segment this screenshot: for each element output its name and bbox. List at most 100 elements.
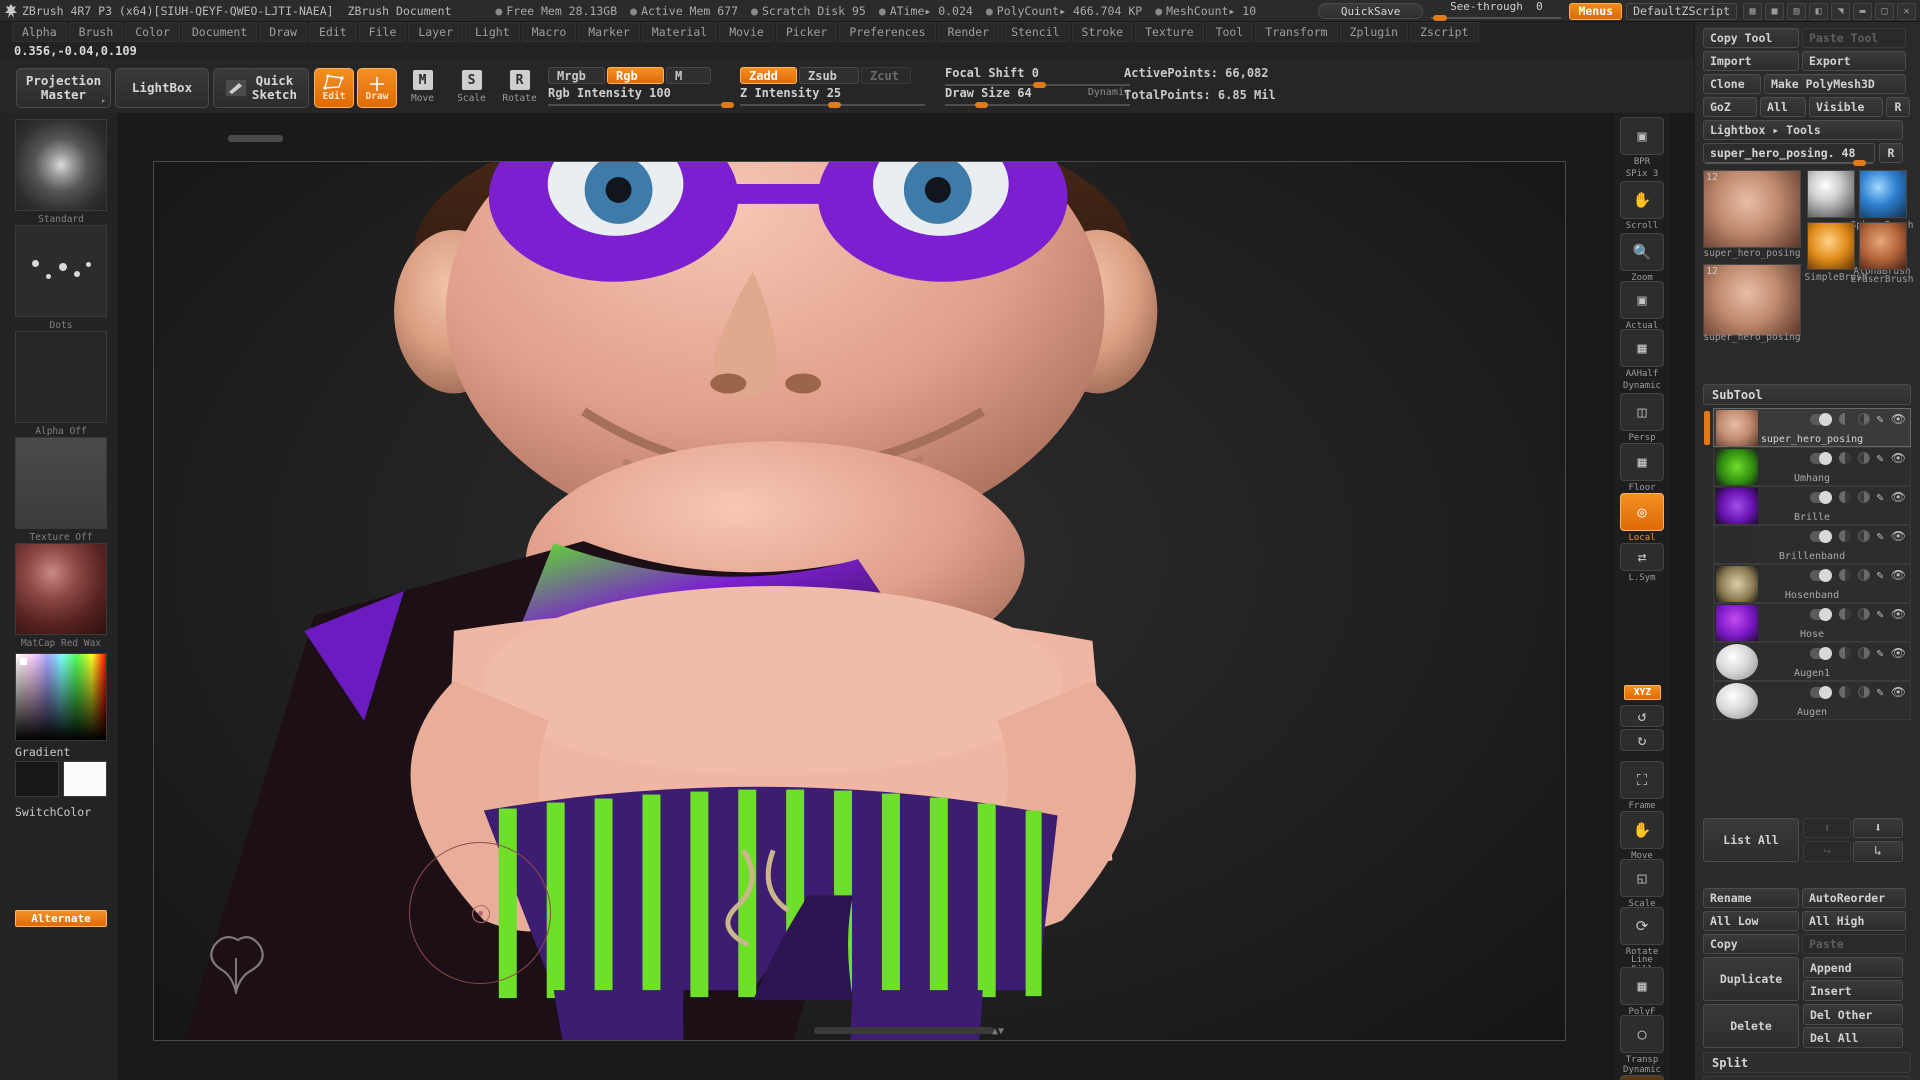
autoreorder-button[interactable]: AutoReorder [1802, 888, 1906, 908]
color-picker-cursor[interactable] [20, 658, 27, 665]
menu-preferences[interactable]: Preferences [839, 22, 936, 42]
polypaint-toggle-icon[interactable] [1838, 413, 1851, 425]
paint-toggle-icon[interactable]: ✎ [1877, 451, 1884, 465]
menu-layer[interactable]: Layer [408, 22, 463, 42]
insert-button[interactable]: Insert [1803, 980, 1903, 1001]
zoom-button[interactable]: 🔍 [1620, 233, 1664, 271]
axis-rotate-button[interactable]: ↺ [1620, 705, 1664, 727]
visibility-toggle-icon[interactable] [1809, 412, 1832, 426]
zadd-toggle[interactable]: Zadd [740, 67, 797, 84]
subtool-row-hose[interactable]: ✎ 👁 Hose [1713, 603, 1911, 642]
tool-item-slider[interactable]: super_hero_posing. 48 [1703, 143, 1875, 166]
copy-tool-button[interactable]: Copy Tool [1703, 28, 1799, 48]
menu-edit[interactable]: Edit [308, 22, 357, 42]
transparency-toggle-icon[interactable] [1857, 530, 1870, 542]
menu-alpha[interactable]: Alpha [12, 22, 67, 42]
current-texture-slot[interactable] [15, 437, 107, 529]
polypaint-toggle-icon[interactable] [1838, 452, 1851, 464]
menu-draw[interactable]: Draw [259, 22, 307, 42]
visibility-toggle-icon[interactable] [1809, 646, 1832, 660]
menu-tool[interactable]: Tool [1205, 22, 1254, 42]
subtool-row-augen[interactable]: ✎ 👁 Augen [1713, 681, 1911, 720]
menu-picker[interactable]: Picker [775, 22, 838, 42]
current-stroke-slot[interactable] [15, 225, 107, 317]
goz-all-button[interactable]: All [1760, 97, 1806, 117]
menu-color[interactable]: Color [125, 22, 180, 42]
transparency-toggle-icon[interactable] [1857, 413, 1870, 425]
current-material-slot[interactable] [15, 543, 107, 635]
document-frame[interactable]: ▲▼ [153, 161, 1566, 1041]
visibility-toggle-icon[interactable] [1809, 607, 1832, 621]
lsym-button[interactable]: ⇄ [1620, 543, 1664, 571]
rotate-mode-button[interactable]: R Rotate [502, 68, 537, 108]
scale-mode-button[interactable]: S Scale [455, 68, 488, 108]
goz-button[interactable]: GoZ [1703, 97, 1757, 117]
transp-button[interactable]: ○ [1620, 1015, 1664, 1053]
rename-button[interactable]: Rename [1703, 888, 1799, 908]
mrgb-toggle[interactable]: Mrgb [548, 67, 605, 84]
subtool-row-hosenband[interactable]: ✎ 👁 Hosenband [1713, 564, 1911, 603]
transparency-toggle-icon[interactable] [1857, 491, 1870, 503]
maximize-icon[interactable]: □ [1875, 2, 1894, 20]
tool-item-knob[interactable] [1853, 160, 1866, 166]
subtool-row-brillenband[interactable]: ✎ 👁 Brillenband [1713, 525, 1911, 564]
draw-mode-button[interactable]: Draw [357, 68, 397, 108]
menu-texture[interactable]: Texture [1135, 22, 1204, 42]
tool-thumb-eraserbrush[interactable] [1859, 222, 1907, 270]
eye-toggle-icon[interactable]: 👁 [1891, 529, 1906, 543]
move-nav-button[interactable]: ✋ [1620, 811, 1664, 849]
quick-sketch-button[interactable]: Quick Sketch [213, 68, 309, 108]
see-through-knob[interactable] [1433, 15, 1448, 21]
goz-r-button[interactable]: R [1886, 97, 1910, 117]
menu-document[interactable]: Document [181, 22, 258, 42]
duplicate-button[interactable]: Duplicate [1703, 957, 1799, 1001]
subtool-list[interactable]: ✎ 👁 super_hero_posing ✎ 👁 Umhang ✎ 👁 Bri… [1701, 408, 1913, 720]
visibility-toggle-icon[interactable] [1809, 451, 1832, 465]
transparency-toggle-icon[interactable] [1857, 569, 1870, 581]
menu-macro[interactable]: Macro [521, 22, 577, 42]
canvas-scroll-marker[interactable] [228, 135, 283, 142]
visibility-toggle-icon[interactable] [1809, 685, 1832, 699]
tool-thumb-active[interactable]: 12 [1703, 170, 1801, 248]
minimize-icon[interactable]: ▬ [1853, 2, 1872, 20]
current-brush-slot[interactable] [15, 119, 107, 211]
color-picker[interactable] [15, 653, 107, 741]
tool-thumb-alphabrush[interactable] [1859, 170, 1907, 218]
export-button[interactable]: Export [1802, 51, 1906, 71]
eye-toggle-icon[interactable]: 👁 [1891, 568, 1906, 582]
lightbox-tools-button[interactable]: Lightbox ▸ Tools [1703, 120, 1903, 140]
polyframe-button[interactable]: ▦ [1620, 967, 1664, 1005]
focal-shift-slider[interactable]: Focal Shift 0 [945, 66, 1130, 88]
canvas-viewport[interactable]: ▲▼ [118, 113, 1714, 1080]
menu-material[interactable]: Material [641, 22, 718, 42]
local-button[interactable]: ◎ [1620, 493, 1664, 531]
transparency-toggle-icon[interactable] [1857, 452, 1870, 464]
import-button[interactable]: Import [1703, 51, 1799, 71]
z-intensity-slider[interactable]: Z Intensity 25 [740, 86, 925, 108]
subtool-row-super-hero-posing[interactable]: ✎ 👁 super_hero_posing [1704, 408, 1911, 447]
menu-movie[interactable]: Movie [719, 22, 774, 42]
subtool-copy-button[interactable]: Copy [1703, 934, 1799, 954]
merge-section[interactable]: Merge [1703, 1076, 1911, 1080]
visibility-toggle-icon[interactable] [1809, 490, 1832, 504]
subtool-row-umhang[interactable]: ✎ 👁 Umhang [1713, 447, 1911, 486]
primary-color-swatch[interactable] [15, 761, 59, 797]
list-all-button[interactable]: List All [1703, 818, 1799, 862]
eye-toggle-icon[interactable]: 👁 [1891, 685, 1906, 699]
eye-toggle-icon[interactable]: 👁 [1891, 490, 1906, 504]
aahalf-button[interactable]: ▦ [1620, 329, 1664, 367]
del-other-button[interactable]: Del Other [1803, 1004, 1903, 1025]
bpr-button[interactable]: ▣ [1620, 117, 1664, 155]
menu-brush[interactable]: Brush [68, 22, 124, 42]
goz-visible-button[interactable]: Visible [1809, 97, 1883, 117]
scroll-button[interactable]: ✋ [1620, 181, 1664, 219]
menu-marker[interactable]: Marker [578, 22, 640, 42]
draw-size-slider[interactable]: Draw Size 64 Dynamic [945, 86, 1130, 108]
menu-zscript[interactable]: Zscript [1410, 22, 1479, 42]
z-intensity-knob[interactable] [828, 102, 841, 108]
m-toggle[interactable]: M [666, 67, 711, 84]
all-low-button[interactable]: All Low [1703, 911, 1799, 931]
polypaint-toggle-icon[interactable] [1838, 530, 1851, 542]
clone-button[interactable]: Clone [1703, 74, 1761, 94]
floor-button[interactable]: ▦ [1620, 443, 1664, 481]
